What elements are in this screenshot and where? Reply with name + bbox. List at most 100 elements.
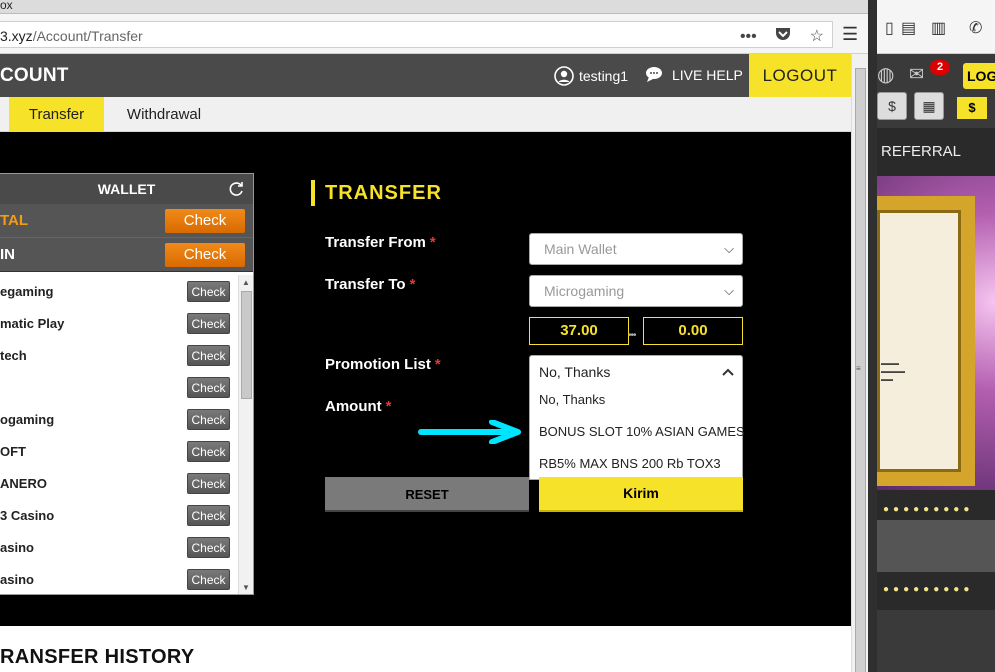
second-window-nav: ◍ ✉ 2 LOG $ ▦ $ bbox=[877, 54, 995, 128]
user-menu[interactable]: testing1 bbox=[554, 66, 628, 86]
browser-toolbar: 3.xyz/Account/Transfer ••• ☆ ☰ bbox=[0, 14, 868, 54]
list-item: tech Check bbox=[0, 339, 238, 371]
submit-button[interactable]: Kirim bbox=[539, 477, 743, 512]
pocket-icon[interactable] bbox=[775, 28, 795, 45]
transfer-from-label: Transfer From * bbox=[325, 234, 436, 251]
url-path: /Account/Transfer bbox=[32, 28, 143, 44]
mail-badge: 2 bbox=[930, 60, 950, 75]
promotion-option[interactable]: BONUS SLOT 10% ASIAN GAMES bbox=[530, 416, 745, 448]
check-button[interactable]: Check bbox=[187, 505, 230, 526]
check-button[interactable]: Check bbox=[187, 281, 230, 302]
wallet-icon[interactable]: $ bbox=[957, 97, 987, 119]
reset-button[interactable]: RESET bbox=[325, 477, 529, 512]
wallet-main-label: IN bbox=[0, 246, 15, 263]
second-window-footer bbox=[877, 610, 995, 672]
check-button[interactable]: Check bbox=[187, 473, 230, 494]
transfer-title: TRANSFER bbox=[311, 180, 442, 206]
mail-icon[interactable]: ✉ bbox=[909, 64, 924, 85]
chevron-down-icon: ⌵ bbox=[724, 283, 734, 298]
list-item: OFT Check bbox=[0, 435, 238, 467]
scrollbar-thumb[interactable] bbox=[241, 291, 252, 399]
scrollbar-grip-icon: ≡ bbox=[856, 364, 861, 373]
second-window-toolbar: ▯ ▤ ▥ ✆ bbox=[877, 0, 995, 54]
balance-separator: ••• bbox=[628, 330, 636, 341]
deposit-icon[interactable]: $ bbox=[877, 92, 907, 120]
balance-to: 0.00 bbox=[643, 317, 743, 345]
promo-banner-image[interactable]: ▬▬▬ ▬▬▬▬ ▬▬ bbox=[877, 176, 995, 490]
provider-name: 3 Casino bbox=[0, 508, 55, 523]
wallet-total-row: TAL Check bbox=[0, 204, 253, 238]
check-button[interactable]: Check bbox=[187, 313, 230, 334]
refresh-icon[interactable] bbox=[227, 174, 245, 207]
wallet-panel: WALLET TAL Check IN Check egaming Check m… bbox=[0, 173, 254, 595]
transfer-from-select[interactable]: Main Wallet ⌵ bbox=[529, 233, 743, 265]
balance-from: 37.00 bbox=[529, 317, 629, 345]
check-button[interactable]: Check bbox=[187, 537, 230, 558]
wallet-scrollbar[interactable]: ▲ ▼ bbox=[238, 275, 253, 594]
library-icon[interactable]: ▤ bbox=[901, 18, 916, 38]
wallet-title: WALLET bbox=[97, 181, 156, 197]
check-total-button[interactable]: Check bbox=[165, 209, 245, 233]
promotion-option[interactable]: No, Thanks bbox=[530, 384, 742, 416]
more-icon[interactable]: ••• bbox=[740, 28, 757, 45]
wallet-header: WALLET bbox=[0, 174, 253, 204]
list-item: ogaming Check bbox=[0, 403, 238, 435]
list-item: egaming Check bbox=[0, 275, 238, 307]
hamburger-menu-icon[interactable]: ☰ bbox=[842, 24, 858, 45]
reader-icon[interactable]: ▥ bbox=[931, 18, 946, 38]
logout-button[interactable]: LOGOUT bbox=[749, 54, 851, 97]
transfer-to-select[interactable]: Microgaming ⌵ bbox=[529, 275, 743, 307]
required-mark: * bbox=[385, 398, 392, 415]
list-item: Check bbox=[0, 371, 238, 403]
url-domain: 3.xyz bbox=[0, 28, 33, 44]
provider-name: matic Play bbox=[0, 316, 65, 331]
screen: ox 3.xyz/Account/Transfer ••• ☆ ☰ COUNT … bbox=[0, 0, 995, 672]
tab-transfer[interactable]: Transfer bbox=[9, 97, 104, 132]
list-item: 3 Casino Check bbox=[0, 499, 238, 531]
provider-name: egaming bbox=[0, 284, 54, 299]
address-bar[interactable]: 3.xyz/Account/Transfer ••• ☆ bbox=[0, 21, 833, 48]
check-button[interactable]: Check bbox=[187, 569, 230, 590]
live-help-label: LIVE HELP bbox=[672, 67, 743, 83]
live-help-link[interactable]: LIVE HELP bbox=[645, 66, 743, 84]
lights-decoration: ●●●●●●●●● ●●●●●●●●● bbox=[877, 490, 995, 610]
site-header: COUNT testing1 LIVE HELP LOGOUT bbox=[0, 54, 851, 97]
promotion-select[interactable]: No, Thanks bbox=[529, 355, 743, 385]
tab-withdrawal[interactable]: Withdrawal bbox=[114, 97, 214, 132]
check-main-button[interactable]: Check bbox=[165, 243, 245, 267]
chevron-down-icon: ⌵ bbox=[724, 241, 734, 256]
page-scrollbar[interactable]: ≡ bbox=[851, 54, 868, 672]
scroll-down-icon[interactable]: ▼ bbox=[242, 583, 250, 592]
list-item: asino Check bbox=[0, 531, 238, 563]
provider-name: asino bbox=[0, 540, 34, 555]
check-button[interactable]: Check bbox=[187, 377, 230, 398]
globe-icon[interactable]: ◍ bbox=[877, 62, 894, 87]
provider-name: ANERO bbox=[0, 476, 47, 491]
list-item: asino Check bbox=[0, 563, 238, 594]
provider-name: OFT bbox=[0, 444, 26, 459]
check-button[interactable]: Check bbox=[187, 409, 230, 430]
required-mark: * bbox=[409, 276, 416, 293]
provider-list: egaming Check matic Play Check tech Check C… bbox=[0, 275, 238, 594]
wallet-main-row: IN Check bbox=[0, 238, 253, 272]
certificate-image: ▬▬▬ ▬▬▬▬ ▬▬ bbox=[877, 196, 975, 486]
tablet-icon[interactable]: ▯ bbox=[885, 18, 894, 38]
atm-icon[interactable]: ▦ bbox=[914, 92, 944, 120]
chat-icon bbox=[646, 67, 662, 82]
promotion-option[interactable]: RB5% MAX BNS 200 Rb TOX3 bbox=[530, 448, 742, 480]
check-button[interactable]: Check bbox=[187, 441, 230, 462]
scroll-up-icon[interactable]: ▲ bbox=[242, 278, 250, 287]
login-button[interactable]: LOG bbox=[963, 63, 995, 89]
bookmark-star-icon[interactable]: ☆ bbox=[810, 28, 824, 45]
wallet-total-label: TAL bbox=[0, 212, 29, 229]
phone-icon[interactable]: ✆ bbox=[969, 18, 982, 38]
second-browser-window: ▯ ▤ ▥ ✆ ◍ ✉ 2 LOG $ ▦ $ REFERRAL ▬▬▬ ▬▬▬▬… bbox=[877, 0, 995, 672]
list-item: ANERO Check bbox=[0, 467, 238, 499]
referral-link[interactable]: REFERRAL bbox=[877, 128, 995, 176]
check-button[interactable]: Check bbox=[187, 345, 230, 366]
list-item: matic Play Check bbox=[0, 307, 238, 339]
account-tabs: Transfer Withdrawal bbox=[0, 97, 851, 132]
promotion-label: Promotion List * bbox=[325, 356, 441, 373]
required-mark: * bbox=[429, 234, 436, 251]
required-mark: * bbox=[434, 356, 441, 373]
